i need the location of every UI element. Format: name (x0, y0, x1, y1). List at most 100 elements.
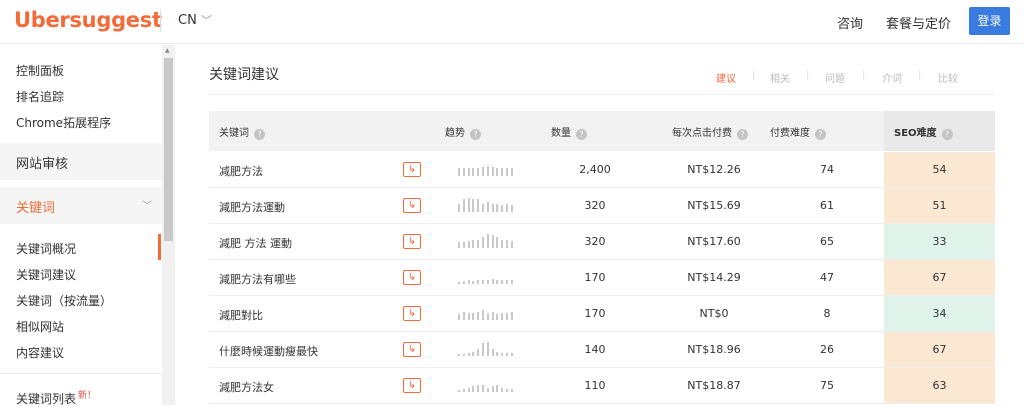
login-button[interactable]: 登录 (969, 7, 1010, 35)
trend-bar (506, 168, 508, 176)
trend-bar (491, 204, 494, 212)
help-icon[interactable]: ? (941, 129, 953, 140)
trend-bar (462, 312, 465, 320)
trend-bar (477, 168, 480, 176)
column-header-keyword[interactable]: 关键词? (219, 124, 265, 140)
sidebar-section-keywords[interactable]: 关键词 ﹀ (0, 187, 162, 224)
scrollbar-thumb[interactable] (164, 58, 173, 241)
sidebar-item-keywords-by-traffic[interactable]: 关键词（按流量） (16, 292, 112, 309)
column-header-seo-difficulty[interactable]: SEO难度? (894, 124, 953, 140)
keyword-cell[interactable]: 減肥方法女 (219, 379, 274, 395)
volume-cell: 320 (584, 235, 606, 248)
paid-difficulty-cell: 8 (823, 307, 831, 320)
keyword-cell[interactable]: 減肥方法有哪些 (219, 271, 296, 287)
paid-difficulty-cell: 65 (820, 235, 834, 248)
trend-bar (467, 388, 470, 392)
tab-related[interactable]: 相关 (770, 70, 790, 85)
keyword-cell[interactable]: 減肥對比 (219, 307, 263, 323)
paid-difficulty-cell: 61 (820, 199, 834, 212)
new-badge: 新！ (78, 391, 97, 401)
table-row[interactable]: 減肥對比 ↳ 170 NT$0 8 34 (209, 296, 995, 332)
sidebar-item-content-ideas[interactable]: 内容建议 (16, 344, 64, 361)
nav-consult[interactable]: 咨询 (837, 13, 863, 32)
divider (209, 94, 995, 95)
open-keyword-icon[interactable]: ↳ (403, 378, 421, 393)
trend-bar (510, 205, 513, 212)
nav-pricing[interactable]: 套餐与定价 (886, 13, 951, 32)
table-row[interactable]: 減肥 方法 運動 ↳ 320 NT$17.60 65 33 (209, 224, 995, 260)
sidebar-item-keyword-overview[interactable]: 关键词概况 (16, 240, 76, 257)
sidebar-item-keyword-lists[interactable]: 关键词列表 新！ (16, 388, 96, 407)
table-row[interactable]: 什麼時候運動瘦最快 ↳ 140 NT$18.96 26 67 (209, 332, 995, 368)
open-keyword-icon[interactable]: ↳ (403, 306, 421, 321)
tab-questions[interactable]: 问题 (825, 70, 845, 85)
tab-suggestions[interactable]: 建议 (716, 70, 736, 85)
country-selector[interactable]: CN ﹀ (178, 12, 212, 28)
sidebar-item-keyword-ideas[interactable]: 关键词建议 (16, 266, 76, 283)
help-icon[interactable]: ? (470, 129, 481, 140)
trend-bar (506, 280, 508, 284)
cpc-cell: NT$18.96 (687, 343, 741, 356)
open-keyword-icon[interactable]: ↳ (403, 162, 421, 177)
trend-bar (458, 168, 460, 176)
open-keyword-icon[interactable]: ↳ (403, 234, 421, 249)
column-header-trend[interactable]: 趋势? (445, 124, 481, 140)
seo-header-cell: SEO难度? (884, 111, 995, 151)
trend-bar (496, 168, 499, 176)
tab-prepositions[interactable]: 介词 (882, 70, 902, 85)
trend-sparkline (458, 198, 516, 212)
cpc-cell: NT$12.26 (687, 163, 741, 176)
trend-bar (496, 314, 499, 320)
trend-bar (506, 389, 508, 392)
trend-bar (510, 312, 513, 320)
cpc-cell: NT$18.87 (687, 379, 741, 392)
trend-bar (496, 204, 499, 212)
column-header-volume[interactable]: 数量? (551, 124, 587, 140)
trend-sparkline (458, 306, 516, 320)
trend-bar (506, 313, 508, 320)
help-icon[interactable]: ? (737, 129, 748, 140)
seo-difficulty-value: 63 (932, 379, 947, 392)
column-header-paid-difficulty[interactable]: 付费难度? (770, 124, 826, 140)
volume-cell: 140 (584, 343, 606, 356)
keyword-cell[interactable]: 什麼時候運動瘦最快 (219, 343, 318, 359)
tab-comparisons[interactable]: 比较 (938, 70, 958, 85)
keyword-cell[interactable]: 减肥方法 (219, 163, 263, 179)
trend-bar (482, 280, 484, 284)
logo[interactable]: Ubersuggest (14, 8, 162, 32)
table-row[interactable]: 減肥方法有哪些 ↳ 170 NT$14.29 47 67 (209, 260, 995, 296)
divider: | (806, 70, 810, 81)
keyword-cell[interactable]: 減肥 方法 運動 (219, 235, 292, 251)
paid-difficulty-cell: 75 (820, 379, 834, 392)
sidebar-item-similar-websites[interactable]: 相似网站 (16, 318, 64, 335)
seo-difficulty-cell: 34 (884, 296, 995, 331)
volume-cell: 2,400 (579, 163, 611, 176)
trend-bar (477, 240, 480, 248)
sidebar-item-site-audit[interactable]: 网站审核 (0, 143, 162, 180)
trend-bar (462, 281, 465, 284)
trend-bar (477, 385, 480, 392)
sidebar-item-rank-tracking[interactable]: 排名追踪 (16, 88, 64, 105)
seo-difficulty-value: 67 (932, 343, 947, 356)
trend-bar (501, 388, 504, 392)
sidebar-item-dashboard[interactable]: 控制面板 (16, 62, 64, 79)
table-row[interactable]: 減肥方法女 ↳ 110 NT$18.87 75 63 (209, 368, 995, 404)
help-icon[interactable]: ? (815, 129, 826, 140)
column-header-cpc[interactable]: 每次点击付费? (672, 124, 748, 140)
page-title: 关键词建议 (209, 67, 279, 83)
table-row[interactable]: 减肥方法 ↳ 2,400 NT$12.26 74 54 (209, 152, 995, 188)
keyword-cell[interactable]: 減肥方法運動 (219, 199, 285, 215)
trend-sparkline (458, 270, 516, 284)
open-keyword-icon[interactable]: ↳ (403, 270, 421, 285)
help-icon[interactable]: ? (254, 129, 265, 140)
trend-bar (506, 204, 508, 212)
help-icon[interactable]: ? (576, 129, 587, 140)
sidebar-item-chrome-extension[interactable]: Chrome拓展程序 (16, 114, 111, 131)
open-keyword-icon[interactable]: ↳ (403, 198, 421, 213)
divider (0, 373, 162, 374)
open-keyword-icon[interactable]: ↳ (403, 342, 421, 357)
table-row[interactable]: 減肥方法運動 ↳ 320 NT$15.69 61 51 (209, 188, 995, 224)
seo-difficulty-value: 67 (932, 271, 947, 284)
trend-bar (467, 198, 470, 212)
scroll-up-icon[interactable]: ▲ (165, 47, 170, 54)
